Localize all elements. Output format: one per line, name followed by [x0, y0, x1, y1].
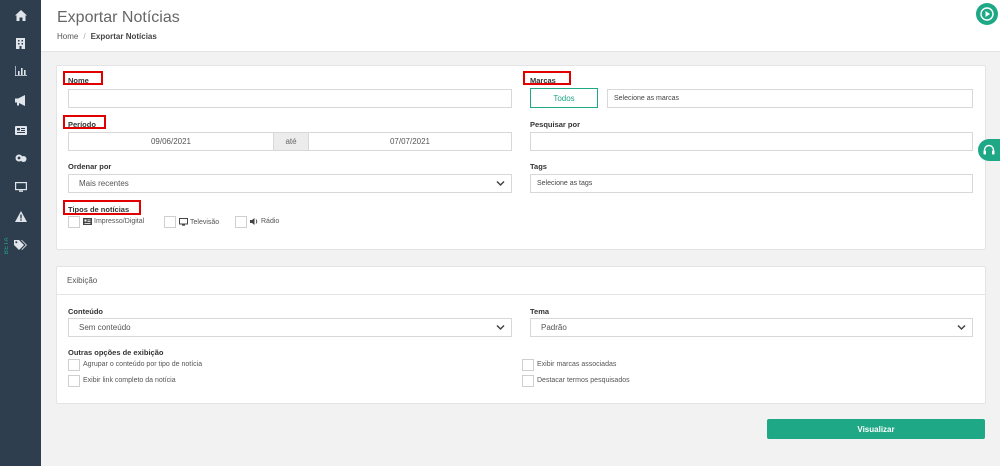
- breadcrumb-home[interactable]: Home: [57, 32, 78, 41]
- ordenar-label: Ordenar por: [68, 162, 112, 171]
- warning-icon: [14, 210, 27, 222]
- exibir-marcas-label: Exibir marcas associadas: [537, 361, 617, 368]
- breadcrumb-current: Exportar Notícias: [90, 32, 157, 41]
- home-icon: [14, 9, 27, 21]
- headset-icon: [983, 144, 995, 155]
- date-from-input[interactable]: 09/06/2021: [68, 132, 274, 151]
- volume-icon: [250, 218, 258, 225]
- handshake-icon: [15, 154, 26, 162]
- tema-selected-value: Padrão: [541, 323, 567, 332]
- ordenar-selected-value: Mais recentes: [79, 179, 129, 188]
- conteudo-selected-value: Sem conteúdo: [79, 323, 131, 332]
- sidebar-item-monitor[interactable]: [0, 172, 41, 202]
- date-range-separator: até: [274, 132, 308, 151]
- exibir-link-label: Exibir link completo da notícia: [83, 377, 176, 384]
- checkbox-televisao[interactable]: [164, 216, 176, 228]
- support-tab[interactable]: [978, 139, 1000, 161]
- chevron-down-icon: [496, 180, 505, 187]
- page-title: Exportar Notícias: [57, 9, 180, 26]
- sidebar-item-tags[interactable]: [0, 230, 41, 260]
- ordenar-select[interactable]: Mais recentes: [68, 174, 512, 193]
- sidebar-item-news[interactable]: [0, 115, 41, 145]
- pesquisar-label: Pesquisar por: [530, 120, 581, 129]
- sidebar-item-home[interactable]: [0, 0, 41, 30]
- page-header: Exportar Notícias Home / Exportar Notícias: [41, 0, 1000, 52]
- sidebar-item-partners[interactable]: [0, 143, 41, 173]
- megaphone-icon: [14, 94, 25, 106]
- sidebar-item-campaigns[interactable]: [0, 85, 41, 115]
- breadcrumb: Home / Exportar Notícias: [57, 32, 157, 41]
- conteudo-label: Conteúdo: [68, 307, 103, 316]
- tags-icon: [14, 239, 27, 250]
- checkbox-exibir-marcas[interactable]: [522, 359, 534, 371]
- marcas-select[interactable]: Selecione as marcas: [607, 89, 973, 108]
- checkbox-exibir-link[interactable]: [68, 375, 80, 387]
- display-panel-title: Exibição: [67, 276, 98, 285]
- marcas-label: Marcas: [530, 76, 556, 85]
- monitor-icon: [179, 218, 188, 226]
- sidebar-item-reports[interactable]: [0, 56, 41, 86]
- checkbox-agrupar[interactable]: [68, 359, 80, 371]
- display-panel: Exibição Conteúdo Sem conteúdo Tema Padr…: [56, 266, 986, 404]
- agrupar-label: Agrupar o conteúdo por tipo de notícia: [83, 361, 203, 368]
- tema-label: Tema: [530, 307, 550, 316]
- conteudo-select[interactable]: Sem conteúdo: [68, 318, 512, 337]
- display-panel-header: Exibição: [57, 267, 985, 295]
- play-circle-icon: [980, 7, 994, 21]
- tags-label: Tags: [530, 162, 547, 171]
- radio-label: Rádio: [261, 218, 280, 225]
- nome-input[interactable]: [68, 89, 512, 108]
- sidebar-item-companies[interactable]: [0, 28, 41, 58]
- visualizar-button[interactable]: Visualizar: [767, 419, 985, 439]
- checkbox-impresso[interactable]: [68, 216, 80, 228]
- nome-label: Nome: [68, 76, 89, 85]
- checkbox-televisao-label: Televisão: [179, 218, 219, 226]
- pesquisar-input[interactable]: [530, 132, 973, 151]
- chevron-down-icon: [957, 324, 966, 331]
- periodo-label: Período: [68, 120, 96, 129]
- filters-panel: Nome Marcas Todos Selecione as marcas Pe…: [56, 65, 986, 250]
- todos-button[interactable]: Todos: [530, 88, 598, 108]
- checkbox-impresso-label: Impresso/Digital: [83, 218, 144, 225]
- newspaper-icon: [14, 125, 27, 135]
- sidebar-item-alerts[interactable]: [0, 201, 41, 231]
- outras-opcoes-label: Outras opções de exibição: [68, 348, 164, 357]
- chart-icon: [14, 66, 27, 76]
- building-icon: [16, 37, 25, 49]
- checkbox-destacar-termos[interactable]: [522, 375, 534, 387]
- sidebar: BETA: [0, 0, 41, 466]
- monitor-icon: [14, 182, 27, 192]
- checkbox-radio[interactable]: [235, 216, 247, 228]
- checkbox-radio-label: Rádio: [250, 218, 279, 225]
- televisao-label: Televisão: [190, 218, 220, 226]
- chevron-down-icon: [496, 324, 505, 331]
- tags-select[interactable]: Selecione as tags: [530, 174, 973, 193]
- breadcrumb-separator: /: [83, 32, 86, 41]
- tipos-label: Tipos de notícias: [68, 205, 130, 214]
- impresso-label: Impresso/Digital: [94, 218, 145, 225]
- tema-select[interactable]: Padrão: [530, 318, 973, 337]
- date-to-input[interactable]: 07/07/2021: [308, 132, 512, 151]
- newspaper-icon: [83, 218, 92, 225]
- destacar-termos-label: Destacar termos pesquisados: [537, 377, 630, 384]
- tutorial-video-button[interactable]: [976, 3, 998, 25]
